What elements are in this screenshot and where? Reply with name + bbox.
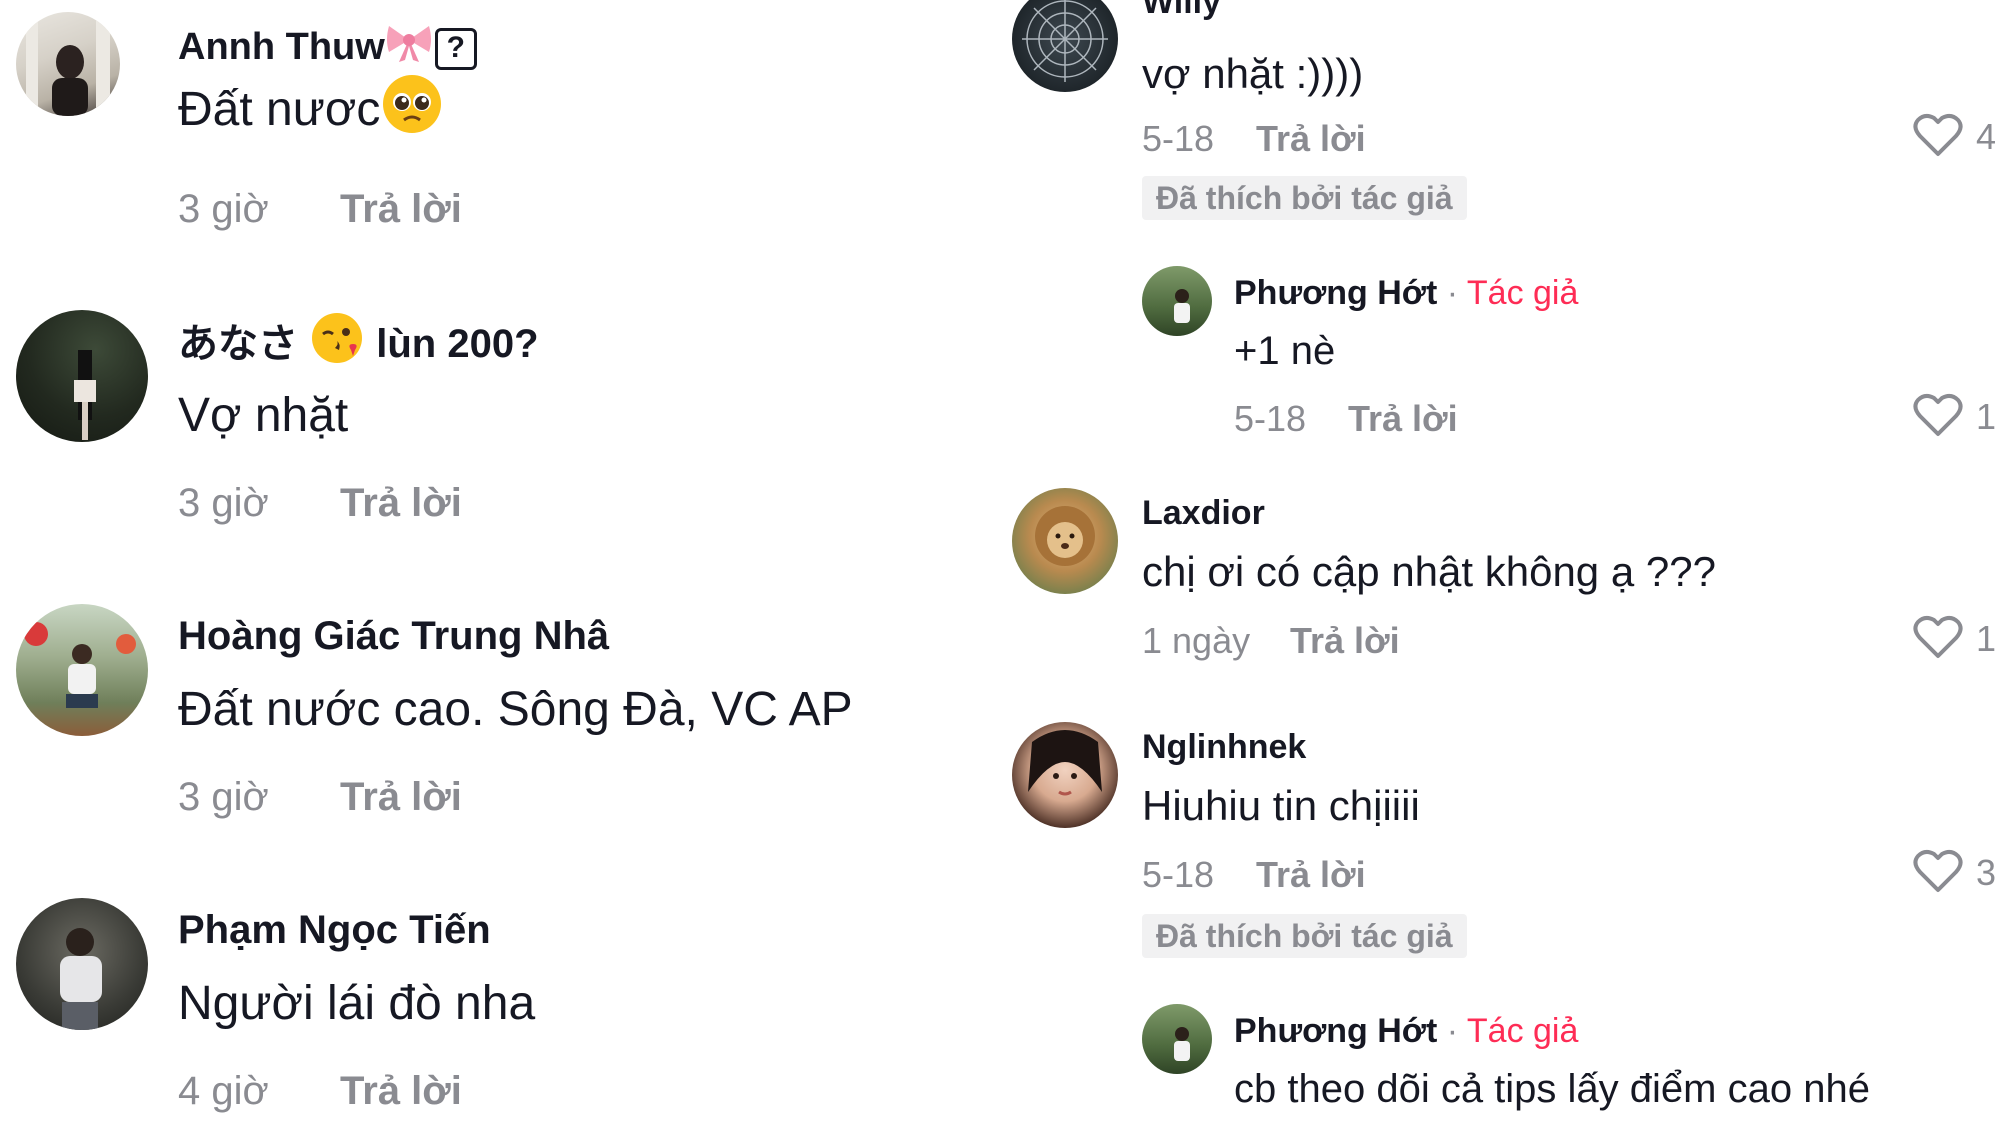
avatar[interactable] bbox=[1142, 1004, 1212, 1074]
comment-time: 4 giờ bbox=[178, 1069, 269, 1113]
pleading-face-emoji bbox=[380, 72, 444, 153]
reply-button[interactable]: Trả lời bbox=[340, 772, 462, 822]
heart-outline-icon[interactable] bbox=[1912, 614, 1964, 665]
avatar[interactable] bbox=[16, 604, 148, 736]
comment-text: Đất nươc bbox=[178, 72, 444, 153]
reply-button[interactable]: Trả lời bbox=[340, 478, 462, 528]
comment-time: 3 giờ bbox=[178, 187, 269, 231]
like-button[interactable]: 3 bbox=[1912, 848, 1996, 898]
comment-username[interactable]: Hoàng Giác Trung Nhâ bbox=[178, 608, 609, 664]
comment-time: 5-18 bbox=[1142, 854, 1215, 895]
comment-username[interactable]: Phạm Ngọc Tiến bbox=[178, 902, 491, 958]
comment-time: 3 giờ bbox=[178, 481, 269, 525]
comment-username[interactable]: Phương Hớt · Tác giả bbox=[1234, 270, 1578, 316]
question-box-icon: ? bbox=[434, 28, 477, 70]
comment-text: Vợ nhặt bbox=[178, 389, 349, 442]
like-count: 1 bbox=[1976, 396, 1997, 437]
comment-username[interactable]: Annh Thuw? bbox=[178, 20, 477, 78]
comment-username[interactable]: Willy bbox=[1142, 0, 1221, 24]
like-button[interactable]: 1 bbox=[1912, 392, 1996, 442]
heart-outline-icon[interactable] bbox=[1912, 848, 1964, 899]
ribbon-bow-emoji bbox=[385, 20, 433, 78]
avatar[interactable] bbox=[1012, 488, 1118, 594]
comment-username[interactable]: Phương Hớt · Tác giả bbox=[1234, 1008, 1578, 1054]
comment-time: 3 giờ bbox=[178, 775, 269, 819]
comment-text: cb theo dõi cả tips lấy điểm cao nhé bbox=[1234, 1067, 1870, 1111]
comment-text: Hiuhiu tin chịiiii bbox=[1142, 782, 1420, 829]
heart-outline-icon[interactable] bbox=[1912, 112, 1964, 163]
like-button[interactable]: 4 bbox=[1912, 112, 1996, 162]
reply-button[interactable]: Trả lời bbox=[340, 184, 462, 234]
face-blowing-kiss-emoji bbox=[309, 310, 365, 383]
reply-button[interactable]: Trả lời bbox=[1256, 852, 1366, 898]
avatar[interactable] bbox=[1142, 266, 1212, 336]
author-tag: Tác giả bbox=[1466, 1012, 1579, 1050]
avatar[interactable] bbox=[16, 898, 148, 1030]
liked-by-author-badge: Đã thích bởi tác giả bbox=[1142, 176, 1467, 220]
avatar[interactable] bbox=[16, 12, 120, 116]
like-count: 3 bbox=[1976, 852, 1997, 893]
comment-text: chị ơi có cập nhật không ạ ??? bbox=[1142, 548, 1716, 595]
comment-text: Đất nước cao. Sông Đà, VC AP bbox=[178, 683, 853, 736]
comment-time: 5-18 bbox=[1234, 398, 1307, 439]
reply-button[interactable]: Trả lời bbox=[1348, 396, 1458, 442]
like-count: 4 bbox=[1976, 116, 1997, 157]
comment-text: +1 nè bbox=[1234, 329, 1336, 373]
heart-outline-icon[interactable] bbox=[1912, 392, 1964, 443]
avatar[interactable] bbox=[1012, 0, 1118, 92]
liked-by-author-badge: Đã thích bởi tác giả bbox=[1142, 914, 1467, 958]
reply-button[interactable]: Trả lời bbox=[1256, 116, 1366, 162]
reply-button[interactable]: Trả lời bbox=[1290, 618, 1400, 664]
avatar[interactable] bbox=[1012, 722, 1118, 828]
author-tag: Tác giả bbox=[1466, 274, 1579, 312]
comment-text: Người lái đò nha bbox=[178, 977, 536, 1030]
comment-time: 1 ngày bbox=[1142, 620, 1251, 661]
reply-button[interactable]: Trả lời bbox=[340, 1066, 462, 1116]
comment-username[interactable]: Laxdior bbox=[1142, 490, 1265, 536]
comment-text: vợ nhặt :)))) bbox=[1142, 50, 1364, 97]
like-button[interactable]: 1 bbox=[1912, 614, 1996, 664]
comment-time: 5-18 bbox=[1142, 118, 1215, 159]
like-count: 1 bbox=[1976, 618, 1997, 659]
comment-username[interactable]: Nglinhnek bbox=[1142, 724, 1306, 770]
comment-username[interactable]: あなさ lùn 200? bbox=[178, 310, 539, 383]
avatar[interactable] bbox=[16, 310, 148, 442]
